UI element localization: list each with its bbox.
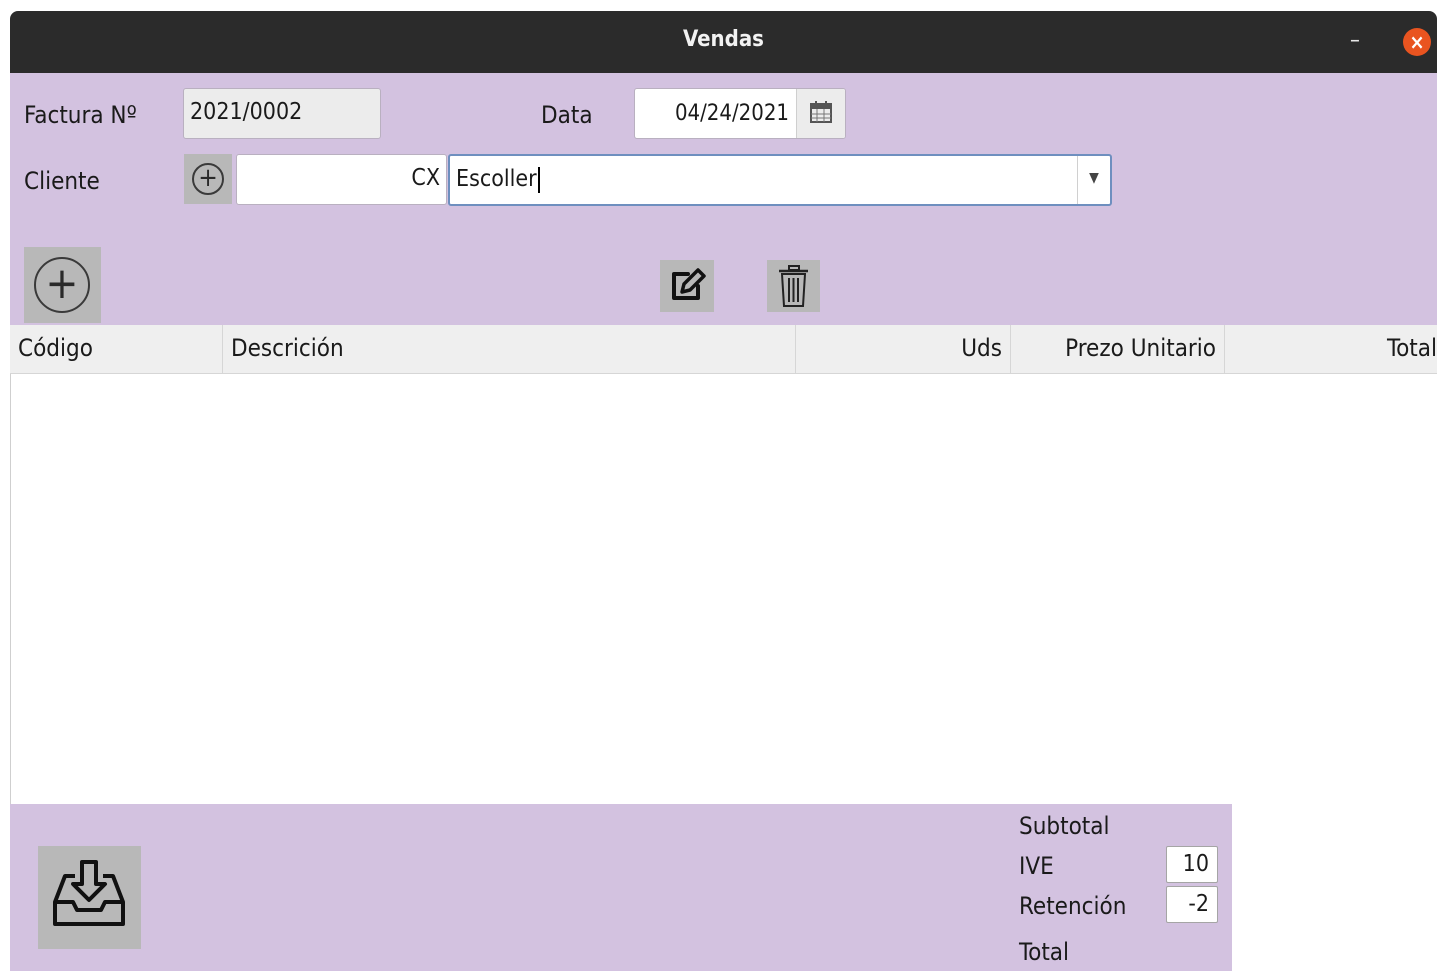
- save-button[interactable]: [38, 846, 141, 949]
- invoice-number-field[interactable]: 2021/0002: [183, 88, 381, 139]
- client-code-field[interactable]: CX: [236, 154, 447, 205]
- window-title: Vendas: [683, 27, 764, 52]
- column-header-description[interactable]: Descrición: [223, 325, 796, 373]
- calendar-icon: [810, 101, 832, 123]
- sales-window: Vendas – × Factura Nº 2021/0002 Data 04/…: [10, 11, 1437, 971]
- column-header-code[interactable]: Código: [10, 325, 223, 373]
- invoice-header-panel: Factura Nº 2021/0002 Data 04/24/2021 Cli…: [10, 73, 1437, 325]
- edit-icon: [672, 268, 706, 300]
- plus-circle-icon: +: [192, 163, 224, 195]
- client-select[interactable]: Escoller ▼: [448, 154, 1112, 206]
- total-label: Total: [1019, 938, 1070, 966]
- chevron-down-icon[interactable]: ▼: [1077, 156, 1110, 204]
- add-line-button[interactable]: +: [24, 247, 101, 323]
- minimize-button[interactable]: –: [1345, 30, 1365, 52]
- title-bar[interactable]: Vendas – ×: [10, 11, 1437, 73]
- totals-panel: Subtotal IVE 10 Retención -2 Total: [10, 804, 1232, 971]
- date-label: Data: [541, 101, 593, 129]
- column-header-total[interactable]: Total: [1225, 325, 1437, 373]
- client-select-value: Escoller: [456, 156, 540, 202]
- subtotal-label: Subtotal: [1019, 812, 1110, 840]
- withholding-label: Retención: [1019, 892, 1127, 920]
- lines-table-body[interactable]: [10, 374, 1437, 804]
- column-header-units[interactable]: Uds: [796, 325, 1011, 373]
- withholding-input[interactable]: -2: [1166, 886, 1218, 923]
- trash-icon: [779, 265, 808, 307]
- date-picker[interactable]: 04/24/2021: [634, 88, 846, 139]
- column-header-unit-price[interactable]: Prezo Unitario: [1011, 325, 1225, 373]
- invoice-number-label: Factura Nº: [24, 101, 137, 129]
- vat-input[interactable]: 10: [1166, 846, 1218, 883]
- close-button[interactable]: ×: [1403, 28, 1431, 56]
- calendar-button[interactable]: [796, 89, 845, 138]
- plus-circle-icon: +: [34, 257, 90, 313]
- client-label: Cliente: [24, 167, 100, 195]
- save-tray-icon: [53, 860, 125, 926]
- delete-line-button[interactable]: [767, 260, 820, 312]
- edit-line-button[interactable]: [660, 260, 714, 312]
- vat-label: IVE: [1019, 852, 1054, 880]
- add-client-button[interactable]: +: [184, 154, 232, 204]
- lines-table-header: Código Descrición Uds Prezo Unitario Tot…: [10, 325, 1437, 374]
- date-value: 04/24/2021: [674, 101, 789, 126]
